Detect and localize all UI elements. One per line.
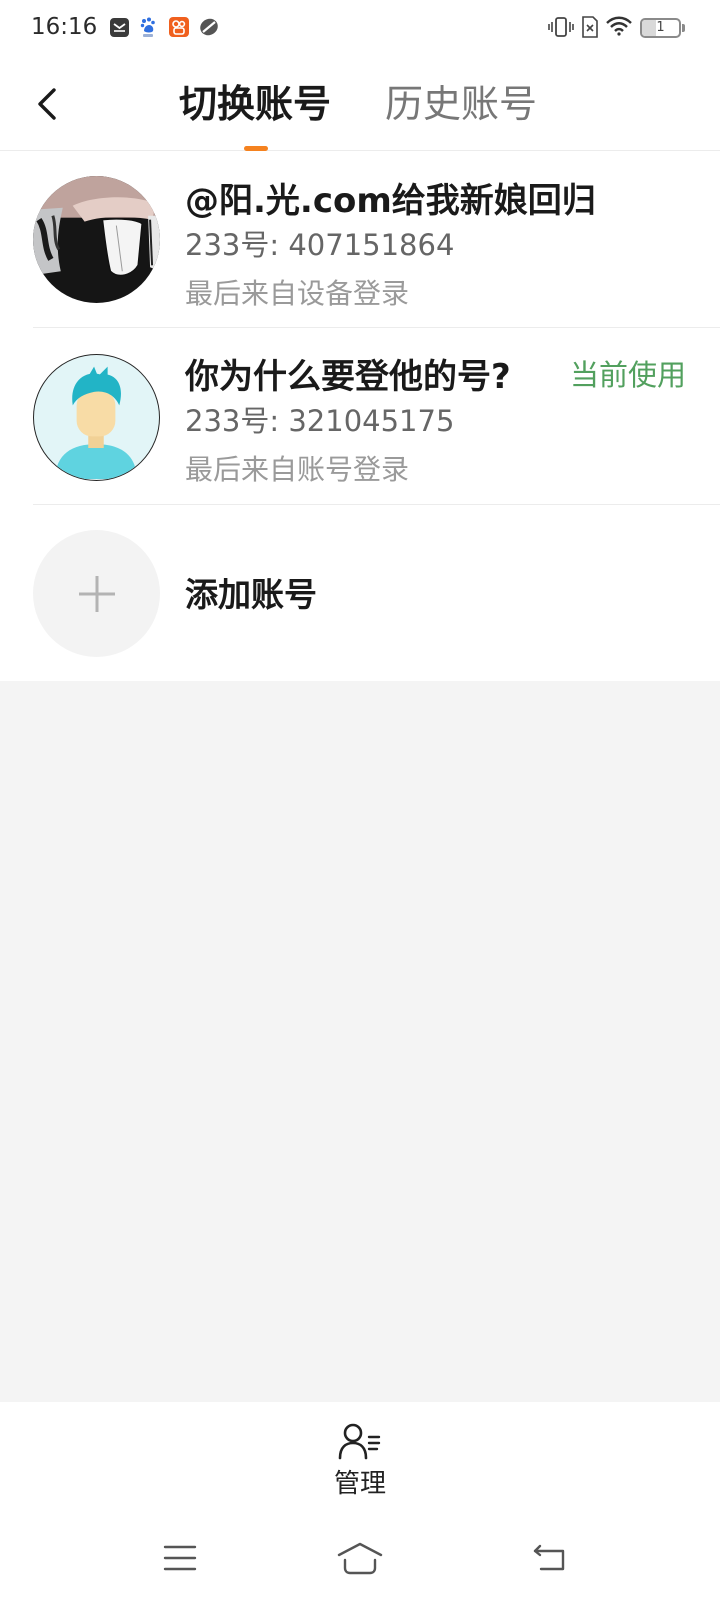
add-account-label: 添加账号	[185, 575, 317, 614]
wifi-icon	[606, 16, 632, 36]
bottom-action-bar: 管理	[0, 1402, 720, 1520]
avatar-photo	[33, 176, 160, 303]
tab-history-account[interactable]: 历史账号	[385, 81, 537, 127]
back-icon	[533, 1544, 565, 1571]
add-account-button[interactable]	[33, 530, 160, 657]
add-account-row[interactable]: 添加账号	[0, 505, 720, 681]
battery-nub	[682, 24, 685, 32]
default-user-avatar-icon	[55, 366, 137, 479]
account-name: @阳.光.com给我新娘回归	[185, 181, 596, 221]
battery-level-text: 1	[656, 20, 665, 35]
home-icon	[337, 1542, 383, 1575]
back-button[interactable]	[26, 78, 70, 130]
no-sim-icon	[582, 16, 598, 38]
account-row[interactable]: 你为什么要登他的号? 当前使用 233号: 321045175 最后来自账号登录	[0, 328, 720, 505]
baidu-paw-icon	[140, 17, 155, 37]
account-name: 你为什么要登他的号?	[185, 357, 511, 397]
manage-button[interactable]: 管理	[300, 1412, 420, 1508]
account-row[interactable]: @阳.光.com给我新娘回归 233号: 407151864 最后来自设备登录	[0, 151, 720, 328]
tab-switch-account[interactable]: 切换账号	[179, 81, 331, 127]
battery-icon: 1	[640, 16, 686, 40]
chevron-left-icon	[38, 88, 56, 120]
status-time: 16:16	[31, 14, 98, 40]
orange-app-icon	[169, 17, 189, 37]
account-id: 233号: 321045175	[185, 404, 455, 438]
manage-label: 管理	[333, 1469, 386, 1499]
back-nav-button[interactable]	[519, 1536, 579, 1580]
menu-button[interactable]	[150, 1536, 210, 1580]
system-nav-bar	[0, 1520, 720, 1600]
vibrate-icon	[548, 17, 574, 37]
status-bar: 16:16 1	[0, 0, 720, 56]
avatar	[33, 176, 160, 303]
account-last-login: 最后来自设备登录	[185, 277, 410, 310]
mail-app-icon	[110, 18, 129, 37]
avatar	[33, 354, 160, 481]
account-id: 233号: 407151864	[185, 228, 455, 262]
current-account-badge: 当前使用	[569, 358, 686, 392]
empty-content-area	[0, 681, 720, 1402]
battery-body: 1	[640, 18, 681, 38]
user-list-icon	[338, 1423, 381, 1460]
top-header: 切换账号 历史账号	[0, 56, 720, 151]
menu-icon	[163, 1545, 197, 1571]
plus-icon	[79, 576, 115, 612]
sync-app-icon	[200, 18, 218, 36]
home-button[interactable]	[330, 1536, 390, 1580]
account-last-login: 最后来自账号登录	[185, 453, 410, 486]
